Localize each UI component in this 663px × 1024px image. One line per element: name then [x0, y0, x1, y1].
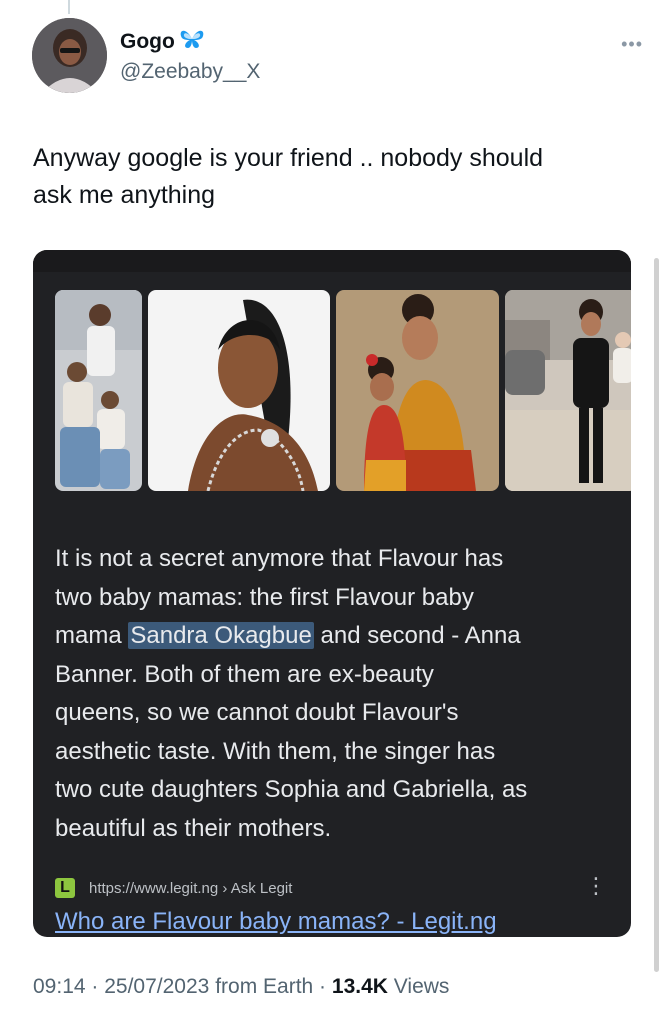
image-thumbnail-mother-daughter[interactable] [336, 290, 499, 491]
highlighted-text: Sandra Okagbue [128, 622, 314, 649]
tweet-time[interactable]: 09:14 [33, 975, 86, 998]
avatar[interactable] [32, 18, 107, 93]
legit-favicon-icon: L [55, 878, 75, 898]
source-url[interactable]: https://www.legit.ng › Ask Legit [89, 880, 292, 897]
views-label: Views [387, 975, 450, 998]
tweet-date[interactable]: 25/07/2023 [104, 975, 209, 998]
image-thumbnail-family[interactable] [55, 290, 142, 491]
image-thumbnail-street[interactable] [505, 290, 631, 491]
tweet-text-line: ask me anything [33, 181, 216, 209]
views-count: 13.4K [331, 975, 388, 998]
tweet-header: Gogo @Zeebaby__X ••• [32, 18, 643, 98]
name-row: Gogo [120, 28, 205, 55]
butterfly-icon [179, 28, 205, 55]
image-strip [55, 290, 631, 491]
thread-connector-line [68, 0, 70, 14]
snippet-line: aesthetic taste. With them, the singer h… [55, 737, 496, 765]
separator: · [85, 975, 105, 998]
snippet-line: Banner. Both of them are ex-beauty [55, 660, 434, 688]
more-options-icon[interactable]: ••• [621, 34, 643, 55]
snippet-line: beautiful as their mothers. [55, 814, 332, 842]
image-thumbnail-portrait[interactable] [148, 290, 330, 491]
snippet-line: queens, so we cannot doubt Flavour's [55, 699, 459, 726]
search-snippet-text: It is not a secret anymore that Flavour … [55, 540, 615, 848]
tweet-source: from Earth [215, 975, 314, 998]
user-handle[interactable]: @Zeebaby__X [120, 60, 260, 84]
source-row: L https://www.legit.ng › Ask Legit ⋮ [55, 875, 615, 900]
snippet-text: and second - Anna [313, 622, 521, 649]
snippet-text: mama [55, 622, 129, 649]
snippet-line: two baby mamas: the first Flavour baby [55, 583, 474, 611]
scrollbar[interactable] [654, 258, 659, 972]
tweet-metadata: 09:14 · 25/07/2023 from Earth · 13.4K Vi… [33, 975, 449, 999]
result-title-link[interactable]: Who are Flavour baby mamas? - Legit.ng [55, 908, 497, 936]
snippet-line: two cute daughters Sophia and Gabriella,… [55, 776, 528, 803]
display-name[interactable]: Gogo [120, 30, 175, 54]
tweet-text: Anyway google is your friend .. nobody s… [33, 140, 633, 214]
card-top-strip [33, 250, 631, 272]
separator: · [313, 975, 332, 998]
snippet-line: It is not a secret anymore that Flavour … [55, 545, 504, 572]
tweet-text-line: Anyway google is your friend .. nobody s… [33, 144, 544, 172]
snippet-line: mama Sandra Okagbue and second - Anna [55, 617, 615, 656]
attached-screenshot-card[interactable]: It is not a secret anymore that Flavour … [33, 250, 631, 937]
vertical-more-icon[interactable]: ⋮ [585, 875, 607, 897]
